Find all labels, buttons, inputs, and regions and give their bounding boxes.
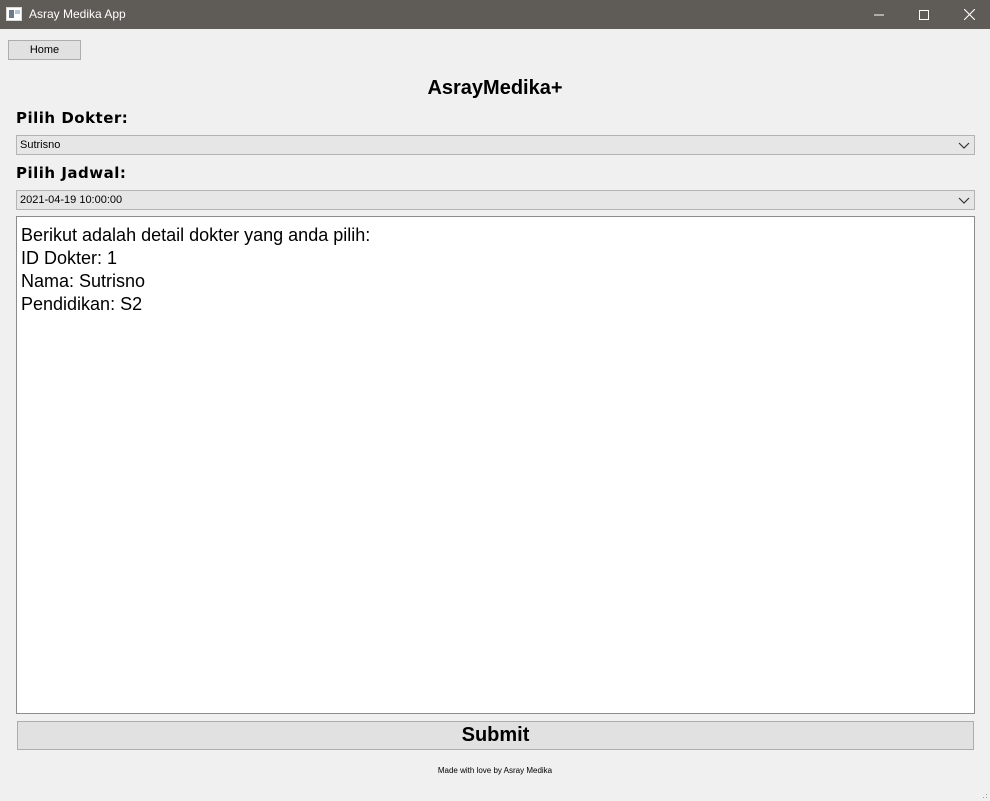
schedule-label: Pilih Jadwal: bbox=[16, 164, 127, 182]
app-window: Asray Medika App Home AsrayMedika+ Pilih… bbox=[0, 0, 990, 801]
title-bar[interactable]: Asray Medika App bbox=[0, 0, 990, 29]
chevron-down-icon bbox=[958, 197, 970, 204]
footer-text: Made with love by Asray Medika bbox=[437, 766, 553, 775]
close-button[interactable] bbox=[946, 0, 990, 29]
maximize-icon bbox=[919, 9, 929, 20]
doctor-select-value: Sutrisno bbox=[20, 139, 61, 151]
doctor-label: Pilih Dokter: bbox=[16, 109, 129, 127]
schedule-select[interactable]: 2021-04-19 10:00:00 bbox=[16, 190, 975, 210]
doctor-select[interactable]: Sutrisno bbox=[16, 135, 975, 155]
app-window-icon bbox=[6, 7, 22, 21]
minimize-icon bbox=[874, 14, 884, 15]
window-title: Asray Medika App bbox=[29, 7, 126, 21]
home-button[interactable]: Home bbox=[8, 40, 81, 60]
detail-line-name: Nama: Sutrisno bbox=[21, 271, 146, 291]
doctor-detail-text[interactable]: Berikut adalah detail dokter yang anda p… bbox=[16, 216, 975, 714]
submit-button[interactable]: Submit bbox=[17, 721, 974, 750]
detail-line-education: Pendidikan: S2 bbox=[21, 294, 143, 314]
schedule-select-value: 2021-04-19 10:00:00 bbox=[20, 194, 123, 206]
page-title: AsrayMedika+ bbox=[427, 77, 563, 99]
detail-line-id: ID Dokter: 1 bbox=[21, 248, 118, 268]
detail-line-intro: Berikut adalah detail dokter yang anda p… bbox=[21, 225, 371, 245]
minimize-button[interactable] bbox=[856, 0, 902, 29]
resize-grip-icon[interactable] bbox=[980, 791, 988, 799]
close-icon bbox=[963, 9, 975, 20]
maximize-button[interactable] bbox=[901, 0, 947, 29]
chevron-down-icon bbox=[958, 142, 970, 149]
